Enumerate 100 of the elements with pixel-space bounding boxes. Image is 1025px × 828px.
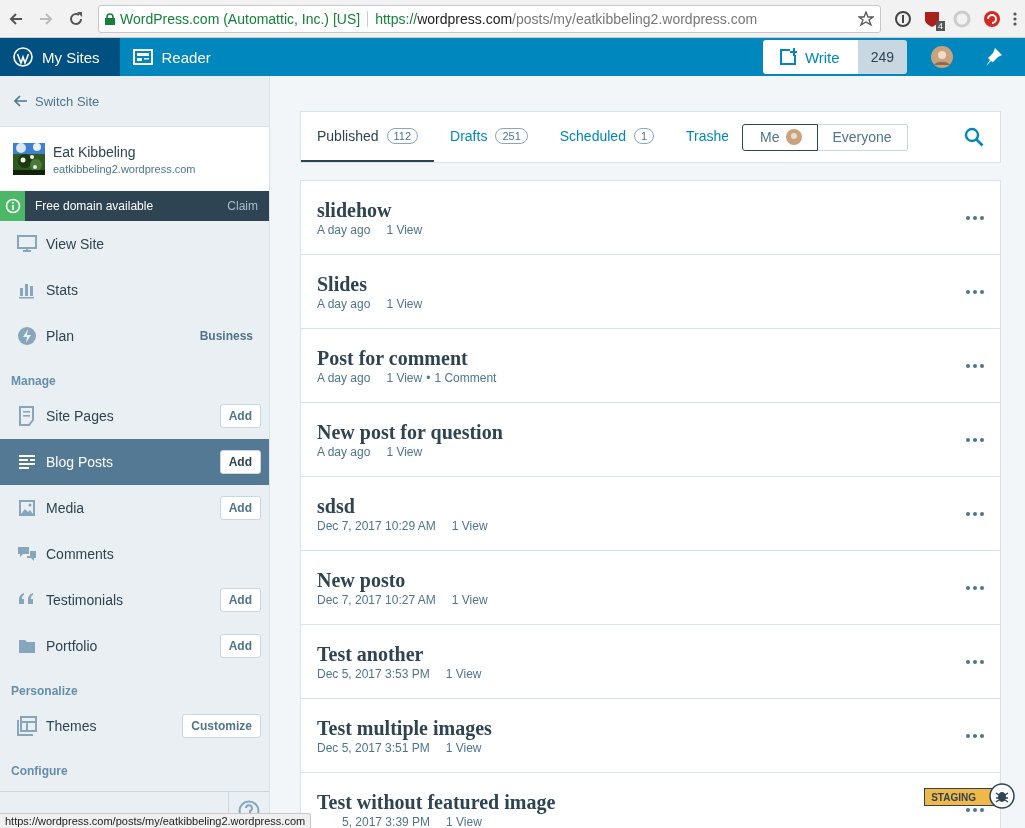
filter-tab[interactable]: Published 112 (301, 112, 435, 162)
post-count: 249 (857, 40, 907, 74)
more-options-icon[interactable] (966, 807, 984, 812)
filter-tab[interactable]: Trashe (670, 112, 729, 162)
search-icon[interactable] (964, 127, 984, 147)
more-options-icon[interactable] (966, 437, 984, 442)
sidebar-item[interactable]: Stats (0, 267, 269, 313)
post-date: A day ago (317, 222, 371, 237)
section-heading: Configure (10, 763, 69, 780)
add-button[interactable]: Add (219, 634, 261, 658)
post-row[interactable]: New post for question A day ago 1 View (300, 402, 1001, 476)
notifications-icon[interactable] (983, 47, 1003, 67)
add-button[interactable]: Add (219, 404, 261, 428)
customize-button[interactable]: Customize (182, 714, 261, 738)
post-date: Dec 7, 2017 10:27 AM (317, 592, 436, 607)
post-title[interactable]: New post for question (317, 420, 503, 443)
more-icon[interactable] (1013, 10, 1017, 27)
more-options-icon[interactable] (966, 659, 984, 664)
sidebar-item[interactable]: Portfolio Add (0, 623, 269, 669)
post-row[interactable]: Post for comment A day ago 1 View • 1 Comment (300, 328, 1001, 402)
post-date: Dec 5, 2017 3:51 PM (317, 740, 430, 755)
plan-name: Business (199, 329, 253, 343)
sidebar-item[interactable]: Site Pages Add (0, 393, 269, 439)
avatar-icon[interactable] (931, 46, 953, 68)
status-url-tooltip: https://wordpress.com/posts/my/eatkibbeling2.wordpress.com (0, 813, 312, 828)
post-row[interactable]: New posto Dec 7, 2017 10:27 AM 1 View (300, 550, 1001, 624)
more-options-icon[interactable] (966, 511, 984, 516)
back-arrow-icon (14, 95, 27, 107)
sidebar-item[interactable]: Plan Business (0, 313, 269, 359)
post-title[interactable]: Test another (317, 642, 424, 665)
sidebar-item[interactable]: Testimonials Add (0, 577, 269, 623)
post-title[interactable]: Slides (317, 272, 368, 295)
post-title[interactable]: Test without featured image (317, 790, 556, 813)
view-count: 1 View (386, 370, 423, 385)
star-icon[interactable] (858, 10, 874, 27)
sidebar-item[interactable]: Comments (0, 531, 269, 577)
sidebar-item[interactable]: Media Add (0, 485, 269, 531)
view-count: 1 View (451, 592, 488, 607)
shield-icon (923, 9, 941, 28)
view-count: 1 View (451, 518, 488, 533)
back-icon[interactable] (8, 10, 24, 27)
lines-icon (17, 452, 37, 472)
layout-icon (17, 716, 37, 736)
monitor-icon (17, 234, 37, 254)
post-row[interactable]: Test multiple images Dec 5, 2017 3:51 PM 1 View (300, 698, 1001, 772)
url-text: https://wordpress.com/posts/my/eatkibbeling2.wordpress.com (375, 10, 758, 27)
info-icon (4, 198, 21, 214)
reader-tab[interactable]: Reader (119, 38, 231, 76)
sidebar-item[interactable]: View Site (0, 221, 269, 267)
post-date: Dec 5, 2017 3:53 PM (317, 666, 430, 681)
post-row[interactable]: sdsd Dec 7, 2017 10:29 AM 1 View (300, 476, 1001, 550)
site-url: eatkibbeling2.wordpress.com (53, 162, 196, 175)
page-icon (17, 406, 37, 426)
add-button[interactable]: Add (219, 496, 261, 520)
post-date: A day ago (317, 370, 371, 385)
post-title[interactable]: Test multiple images (317, 716, 492, 739)
add-button[interactable]: Add (219, 450, 261, 474)
my-sites-tab[interactable]: My Sites (0, 38, 120, 76)
staging-badge: STAGING (924, 788, 995, 806)
section-heading: Manage (10, 373, 57, 390)
post-title[interactable]: slidehow (317, 198, 392, 221)
filter-tab[interactable]: Drafts 251 (434, 112, 544, 162)
more-options-icon[interactable] (966, 585, 984, 590)
author-toggle[interactable]: Everyone (817, 123, 908, 151)
more-options-icon[interactable] (966, 363, 984, 368)
post-date: 5, 2017 3:39 PM (341, 814, 431, 828)
more-options-icon[interactable] (966, 289, 984, 294)
author-toggle[interactable]: Me (742, 123, 818, 151)
post-row[interactable]: Test another Dec 5, 2017 3:53 PM 1 View (300, 624, 1001, 698)
info-circle-icon[interactable] (895, 10, 911, 27)
view-count: 1 View (446, 814, 482, 828)
write-button[interactable]: Write (762, 40, 858, 74)
bug-icon[interactable] (989, 783, 1015, 809)
new-post-icon (778, 48, 797, 66)
notice-text: Free domain available (35, 199, 154, 213)
post-title[interactable]: sdsd (317, 494, 355, 517)
newspaper-icon (132, 49, 153, 65)
view-count: 1 View (386, 222, 423, 237)
lightning-circle-icon (17, 326, 37, 346)
more-options-icon[interactable] (966, 733, 984, 738)
view-count: 1 View (386, 296, 423, 311)
extension-icon[interactable] (983, 9, 1001, 28)
sidebar-item[interactable]: Themes Customize (0, 703, 269, 749)
site-name: Eat Kibbeling (53, 143, 137, 160)
shield-extension-icon[interactable]: 4 (923, 9, 941, 28)
address-bar[interactable]: WordPress.com (Automattic, Inc.) [US] https://wordpress.com/posts/my/eatkibbeling2.wordpress.com (98, 4, 881, 33)
reload-icon[interactable] (68, 10, 84, 27)
claim-link[interactable]: Claim (227, 199, 258, 213)
sidebar-item[interactable]: Blog Posts Add (0, 439, 269, 485)
site-identity: WordPress.com (Automattic, Inc.) [US] (120, 10, 361, 27)
post-row[interactable]: Slides A day ago 1 View (300, 254, 1001, 328)
post-title[interactable]: Post for comment (317, 346, 468, 369)
wordpress-logo-icon (13, 47, 33, 67)
more-options-icon[interactable] (966, 215, 984, 220)
post-row[interactable]: slidehow A day ago 1 View (300, 180, 1001, 254)
filter-tab[interactable]: Scheduled 1 (543, 112, 671, 162)
post-date: A day ago (317, 444, 371, 459)
view-count: 1 View (445, 666, 482, 681)
add-button[interactable]: Add (219, 588, 261, 612)
post-title[interactable]: New posto (317, 568, 406, 591)
